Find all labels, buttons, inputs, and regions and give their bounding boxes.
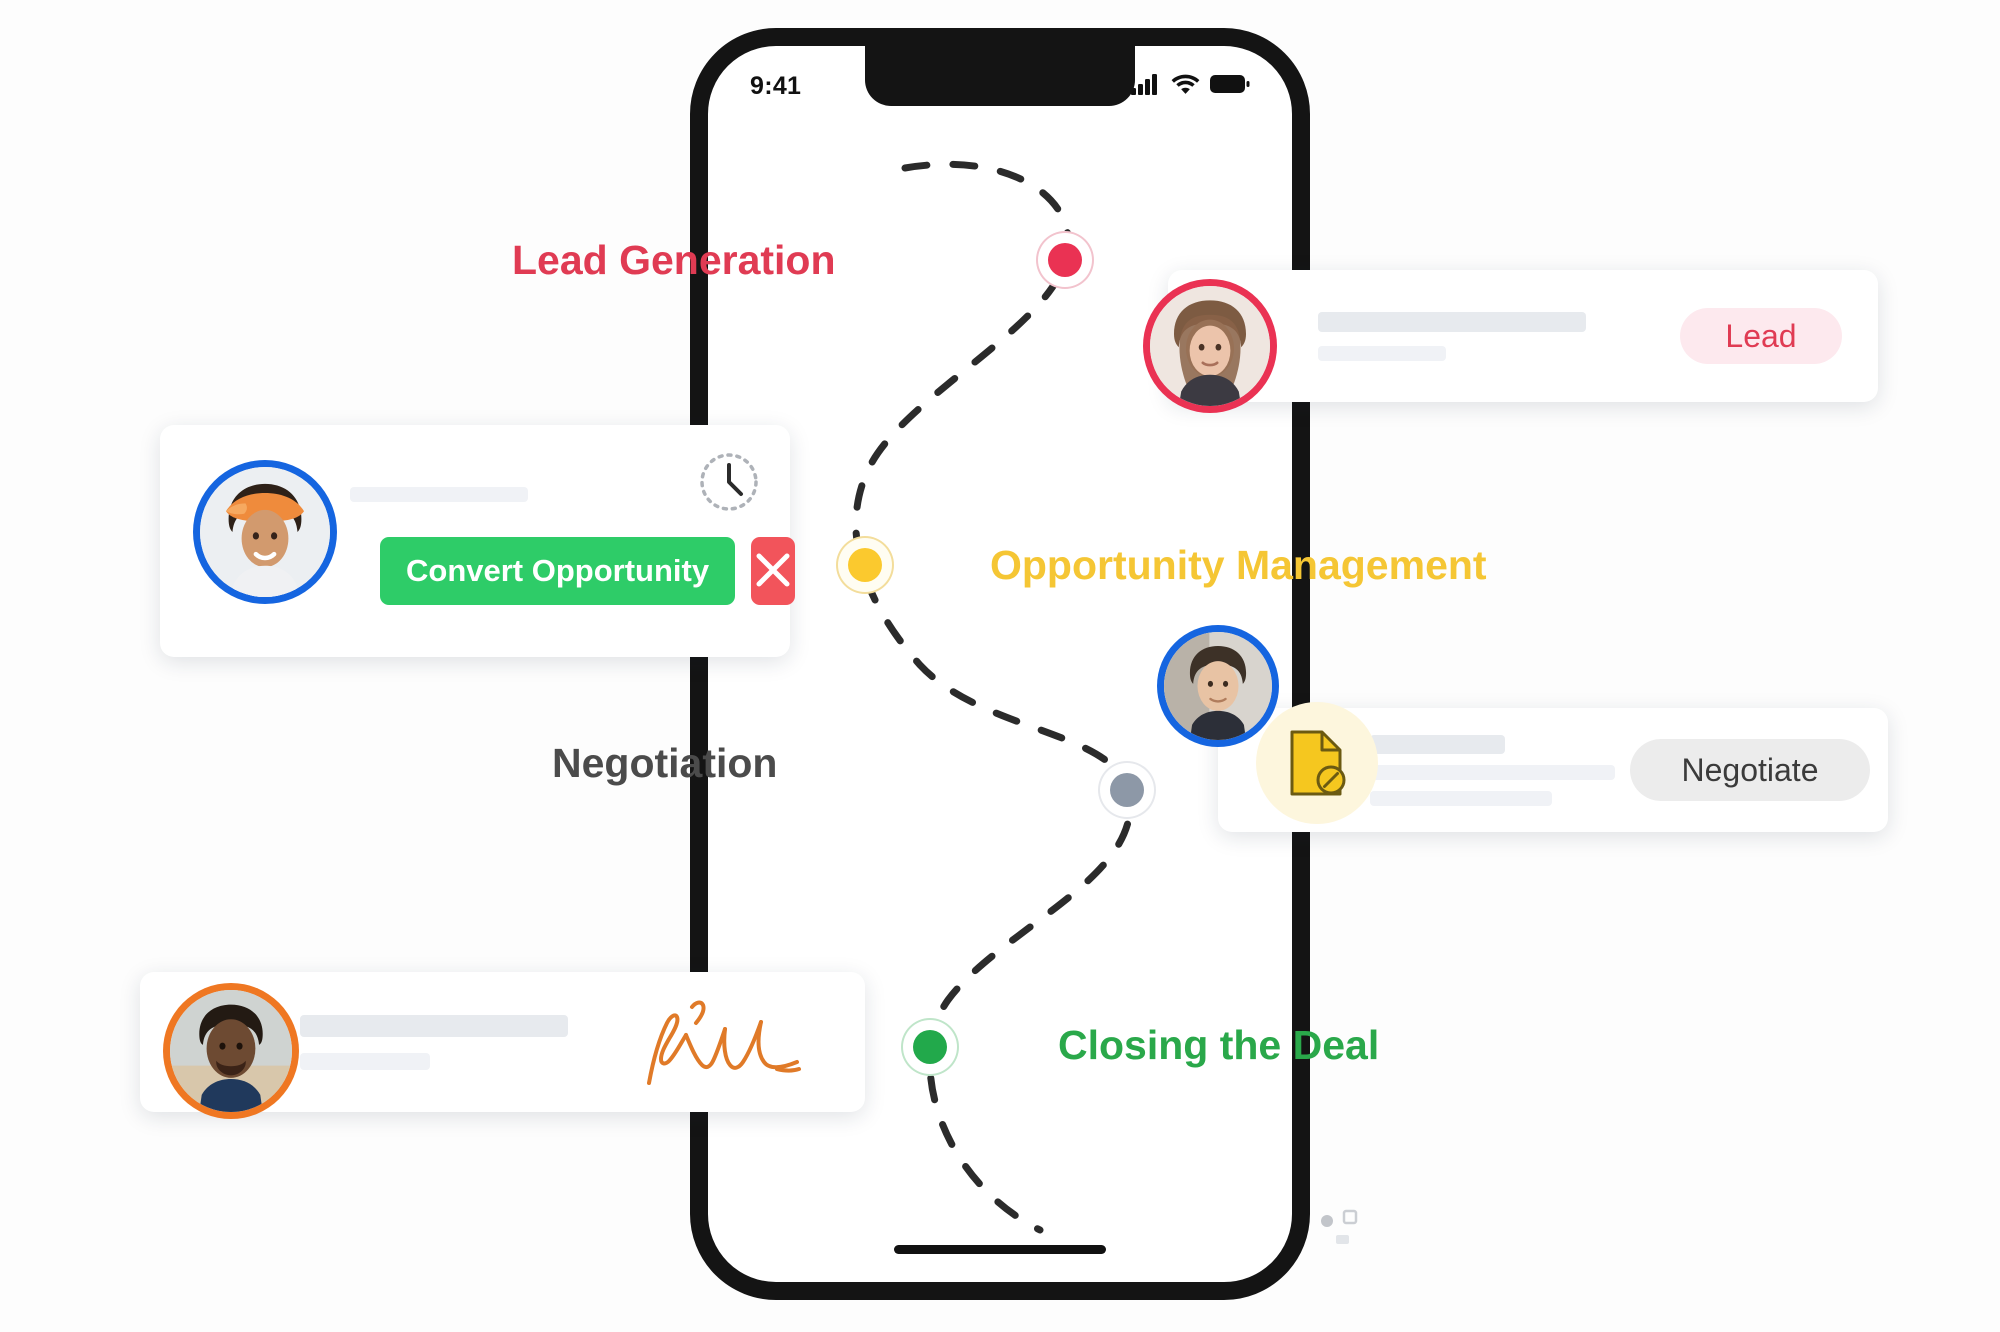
signature-card[interactable] <box>140 972 865 1112</box>
signature-placeholder-bars <box>300 1014 639 1070</box>
status-bar-time: 9:41 <box>750 72 802 100</box>
placeholder-bar <box>1370 734 1505 754</box>
lead-placeholder-bars <box>1318 311 1680 361</box>
stage-dot-opportunity-management[interactable] <box>838 538 892 592</box>
stage-label-lead-generation: Lead Generation <box>512 237 836 283</box>
avatar-man-negotiate <box>1164 632 1272 740</box>
negotiate-card[interactable]: Negotiate <box>1164 632 1888 832</box>
battery-icon <box>1210 73 1250 100</box>
placeholder-bar <box>350 487 528 502</box>
stage-dot-lead-generation[interactable] <box>1038 233 1092 287</box>
stage-label-opportunity-management: Opportunity Management <box>990 542 1487 588</box>
dot-core <box>848 548 882 582</box>
placeholder-bar <box>1318 345 1446 361</box>
placeholder-bar <box>1318 311 1586 332</box>
dot-core <box>913 1030 947 1064</box>
blocked-document-icon <box>1256 702 1378 824</box>
decorative-speck-cluster <box>1318 1205 1374 1260</box>
wifi-icon <box>1171 73 1200 100</box>
stage-label-negotiation: Negotiation <box>552 740 778 786</box>
placeholder-bar <box>1370 790 1552 806</box>
cellular-signal-icon <box>1131 73 1161 100</box>
avatar-woman-convert <box>200 467 330 597</box>
avatar-woman-lead <box>1150 286 1270 406</box>
stage-dot-closing-the-deal[interactable] <box>903 1020 957 1074</box>
stage-label-closing-the-deal: Closing the Deal <box>1058 1022 1380 1068</box>
dot-core <box>1048 243 1082 277</box>
lead-card[interactable]: Lead <box>1150 270 1878 406</box>
dismiss-button[interactable] <box>751 537 796 605</box>
status-bar-icons <box>1131 73 1250 100</box>
negotiate-placeholder-bars <box>1370 734 1630 806</box>
placeholder-bar <box>300 1052 430 1070</box>
phone-notch <box>865 44 1135 106</box>
home-indicator <box>894 1245 1106 1254</box>
convert-opportunity-button[interactable]: Convert Opportunity <box>380 537 736 605</box>
status-badge-negotiate[interactable]: Negotiate <box>1630 739 1870 801</box>
placeholder-bar <box>1370 764 1615 780</box>
pending-clock-icon <box>698 451 760 518</box>
handwritten-signature <box>639 985 807 1100</box>
avatar-man-signature <box>170 990 292 1112</box>
dot-core <box>1110 773 1144 807</box>
convert-opportunity-card[interactable]: Convert Opportunity <box>160 425 796 657</box>
placeholder-bar <box>300 1014 568 1037</box>
close-x-icon <box>751 548 795 595</box>
status-badge-lead[interactable]: Lead <box>1680 308 1842 364</box>
stage-dot-negotiation[interactable] <box>1100 763 1154 817</box>
illustration-canvas: 9:41 Lead Generation Opportunity Managem… <box>0 0 2000 1332</box>
